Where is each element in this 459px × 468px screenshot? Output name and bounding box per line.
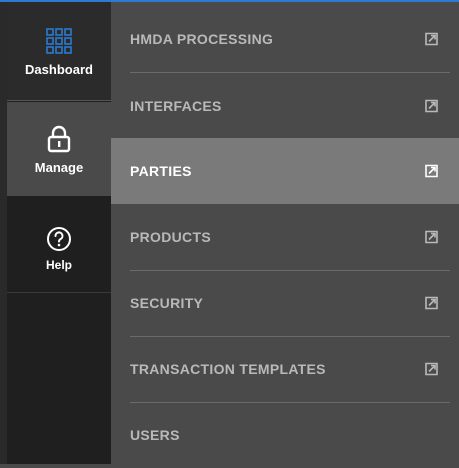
manage-menu: HMDA PROCESSING INTERFACES PARTIES PRODU… [111,2,459,464]
rail-item-dashboard[interactable]: Dashboard [7,2,111,100]
menu-item-label: INTERFACES [130,98,222,114]
help-icon [46,222,72,256]
rail-label-manage: Manage [34,160,84,175]
external-link-icon [425,32,438,46]
external-link-icon [425,164,438,178]
rail-label-help: Help [45,258,72,272]
menu-item-parties[interactable]: PARTIES [111,138,459,204]
rail-edge [0,2,7,464]
menu-item-label: TRANSACTION TEMPLATES [130,361,326,377]
menu-item-label: USERS [130,427,180,443]
menu-item-interfaces[interactable]: INTERFACES [111,73,459,139]
menu-item-security[interactable]: SECURITY [111,270,459,336]
external-link-icon [425,296,438,310]
rail-divider [7,100,111,101]
rail-item-help[interactable]: Help [7,196,111,293]
menu-item-users[interactable]: USERS [111,402,459,468]
menu-item-hmda-processing[interactable]: HMDA PROCESSING [111,6,459,72]
menu-item-products[interactable]: PRODUCTS [111,204,459,270]
menu-item-transaction-templates[interactable]: TRANSACTION TEMPLATES [111,336,459,402]
menu-item-label: SECURITY [130,295,204,311]
menu-item-label: PARTIES [130,163,192,179]
rail-label-dashboard: Dashboard [25,62,93,77]
grid-icon [46,24,72,58]
rail-item-manage[interactable]: Manage [7,102,111,196]
menu-item-label: HMDA PROCESSING [130,31,274,47]
menu-item-label: PRODUCTS [130,229,211,245]
external-link-icon [425,362,438,376]
external-link-icon [425,99,438,113]
lock-icon [47,122,71,156]
external-link-icon [425,230,438,244]
